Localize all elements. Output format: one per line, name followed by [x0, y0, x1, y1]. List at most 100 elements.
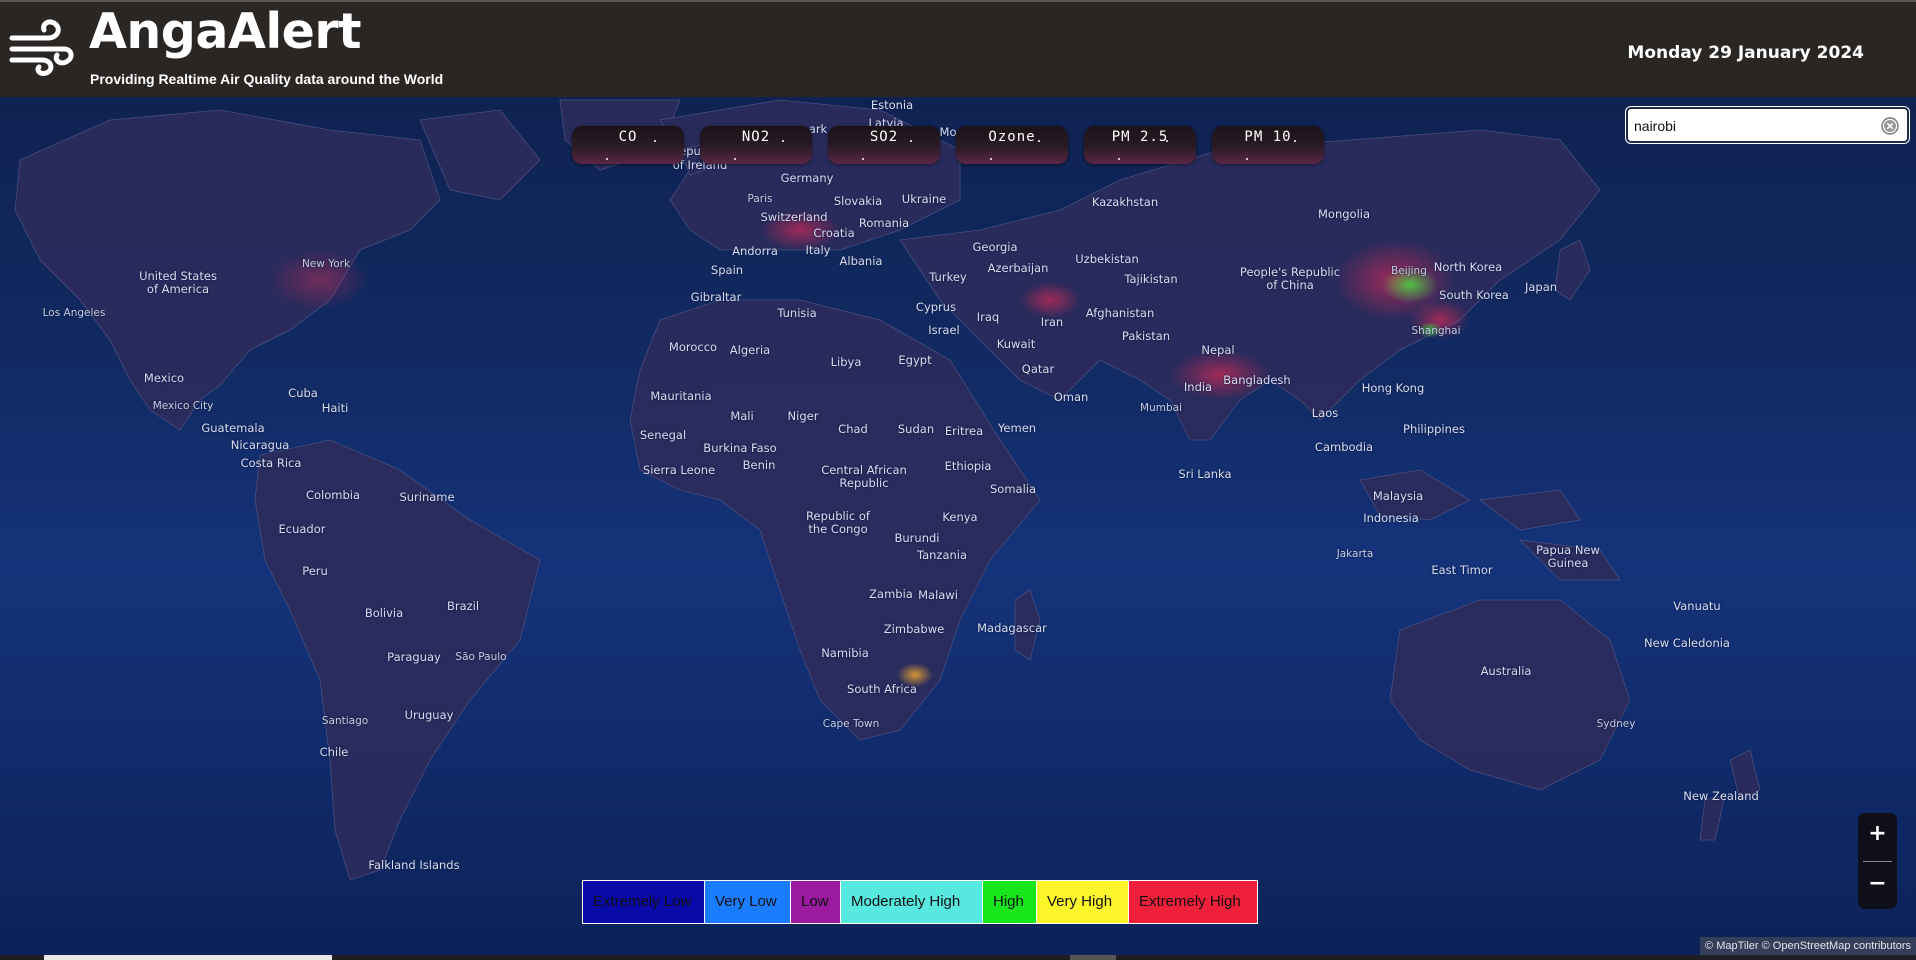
pollutant-pm25-button[interactable]: PM 2.5: [1084, 126, 1196, 164]
map-label: Ukraine: [901, 192, 947, 206]
pollutant-pm10-button[interactable]: PM 10: [1212, 126, 1324, 164]
map-label: Morocco: [668, 340, 718, 354]
map-label: Spain: [710, 263, 744, 277]
map-label: Beijing: [1391, 265, 1427, 277]
map-label: South Korea: [1439, 288, 1509, 302]
map-label: Nepal: [1201, 343, 1235, 357]
map-label: Paris: [747, 193, 773, 205]
map-label: Sri Lanka: [1178, 467, 1232, 481]
map-label: Malawi: [918, 588, 958, 602]
map-label: Bolivia: [364, 606, 404, 620]
map-label: Andorra: [732, 244, 778, 258]
aqi-legend: Extremely Low Very Low Low Moderately Hi…: [582, 880, 1258, 924]
pollutant-label: CO: [618, 129, 638, 145]
app-title: AngaAlert: [89, 3, 362, 60]
map-label: Kazakhstan: [1091, 195, 1159, 209]
pollutant-label: SO2: [869, 129, 899, 145]
map-label: Libya: [830, 355, 862, 369]
map-label: Peru: [302, 564, 328, 578]
map-label: Colombia: [305, 488, 361, 502]
map-label: Niger: [787, 409, 819, 423]
map-label: Guatemala: [201, 421, 265, 435]
map-label: Algeria: [729, 343, 771, 357]
map-label: Australia: [1480, 664, 1532, 678]
pollutant-no2-button[interactable]: NO2: [700, 126, 812, 164]
pollutant-label: Ozone: [988, 129, 1036, 145]
search-input[interactable]: [1634, 115, 1874, 137]
map-label: Mumbai: [1140, 402, 1182, 414]
zoom-out-button[interactable]: −: [1858, 865, 1897, 905]
map-label: Senegal: [639, 428, 687, 442]
pollutant-label: PM 2.5: [1111, 129, 1169, 145]
map-label: Mali: [730, 409, 754, 423]
map-label: Cape Town: [822, 718, 880, 730]
app-header: AngaAlert Providing Realtime Air Quality…: [0, 0, 1916, 97]
app-subtitle: Providing Realtime Air Quality data arou…: [90, 71, 444, 87]
map-label: Japan: [1524, 280, 1558, 294]
location-search: [1626, 107, 1909, 143]
map-label: Indonesia: [1363, 511, 1419, 525]
pollutant-label: NO2: [741, 129, 771, 145]
map-label: Haiti: [321, 401, 349, 415]
map-label: Iran: [1040, 315, 1064, 329]
map-label: Chad: [838, 422, 868, 436]
map-label: Ethiopia: [944, 459, 992, 473]
map-label: Paraguay: [387, 650, 441, 664]
map-label: Sudan: [897, 422, 935, 436]
map-label: Namibia: [821, 646, 869, 660]
map-label: Mexico City: [152, 400, 214, 412]
map-label: Suriname: [399, 490, 455, 504]
map-label: Iraq: [976, 310, 1000, 324]
map-label: Jakarta: [1336, 548, 1374, 560]
scrollbar-marker: [1070, 955, 1116, 960]
map-label: Bangladesh: [1223, 373, 1291, 387]
zoom-in-button[interactable]: +: [1858, 817, 1897, 857]
scrollbar-thumb[interactable]: [44, 955, 332, 960]
map-label: Sierra Leone: [642, 463, 716, 477]
map-label: Yemen: [997, 421, 1037, 435]
legend-very-high: Very High: [1037, 881, 1129, 923]
map-label: East Timor: [1431, 563, 1493, 577]
map-label: Malaysia: [1372, 489, 1424, 503]
map-label: Benin: [742, 458, 776, 472]
pollutant-co-button[interactable]: CO: [572, 126, 684, 164]
map-label: Mauritania: [650, 389, 712, 403]
wind-icon: [9, 19, 74, 76]
legend-low: Low: [791, 881, 841, 923]
map-label: Zambia: [869, 587, 913, 601]
current-date: Monday 29 January 2024: [1627, 43, 1864, 63]
map-label: Israel: [928, 323, 960, 337]
map-label: South Africa: [847, 682, 917, 696]
map-label: Azerbaijan: [987, 261, 1049, 275]
map-label: Tanzania: [916, 548, 968, 562]
pollutant-so2-button[interactable]: SO2: [828, 126, 940, 164]
world-map[interactable]: Estonia Latvia Mo ark epu of Ireland Ger…: [0, 97, 1916, 955]
map-label: People's Republic of China: [1239, 265, 1341, 292]
legend-high: High: [983, 881, 1037, 923]
map-label: New Caledonia: [1644, 636, 1730, 650]
horizontal-scrollbar[interactable]: [0, 955, 1916, 960]
map-label: Uruguay: [404, 708, 454, 722]
map-label: Cambodia: [1314, 440, 1374, 454]
map-label: Tunisia: [777, 306, 817, 320]
clear-icon[interactable]: [1881, 117, 1899, 135]
map-label: Nicaragua: [230, 438, 290, 452]
map-label: Burundi: [894, 531, 940, 545]
legend-moderately-high: Moderately High: [841, 881, 983, 923]
pollutant-ozone-button[interactable]: Ozone: [956, 126, 1068, 164]
map-label: Georgia: [972, 240, 1018, 254]
map-label: Switzerland: [760, 210, 828, 224]
map-attribution[interactable]: © MapTiler © OpenStreetMap contributors: [1700, 937, 1916, 955]
map-label: Papua New Guinea: [1536, 543, 1600, 570]
map-label: Zimbabwe: [883, 622, 945, 636]
map-label: Cyprus: [915, 300, 957, 314]
legend-extremely-high: Extremely High: [1129, 881, 1257, 923]
map-label: Albania: [839, 254, 883, 268]
map-label: Shanghai: [1411, 325, 1461, 337]
map-label: India: [1183, 380, 1213, 394]
map-label: Gibraltar: [690, 290, 742, 304]
map-label: New York: [301, 258, 351, 270]
map-label: Burkina Faso: [703, 441, 777, 455]
map-label: North Korea: [1433, 260, 1503, 274]
pollutant-label: PM 10: [1244, 129, 1292, 145]
